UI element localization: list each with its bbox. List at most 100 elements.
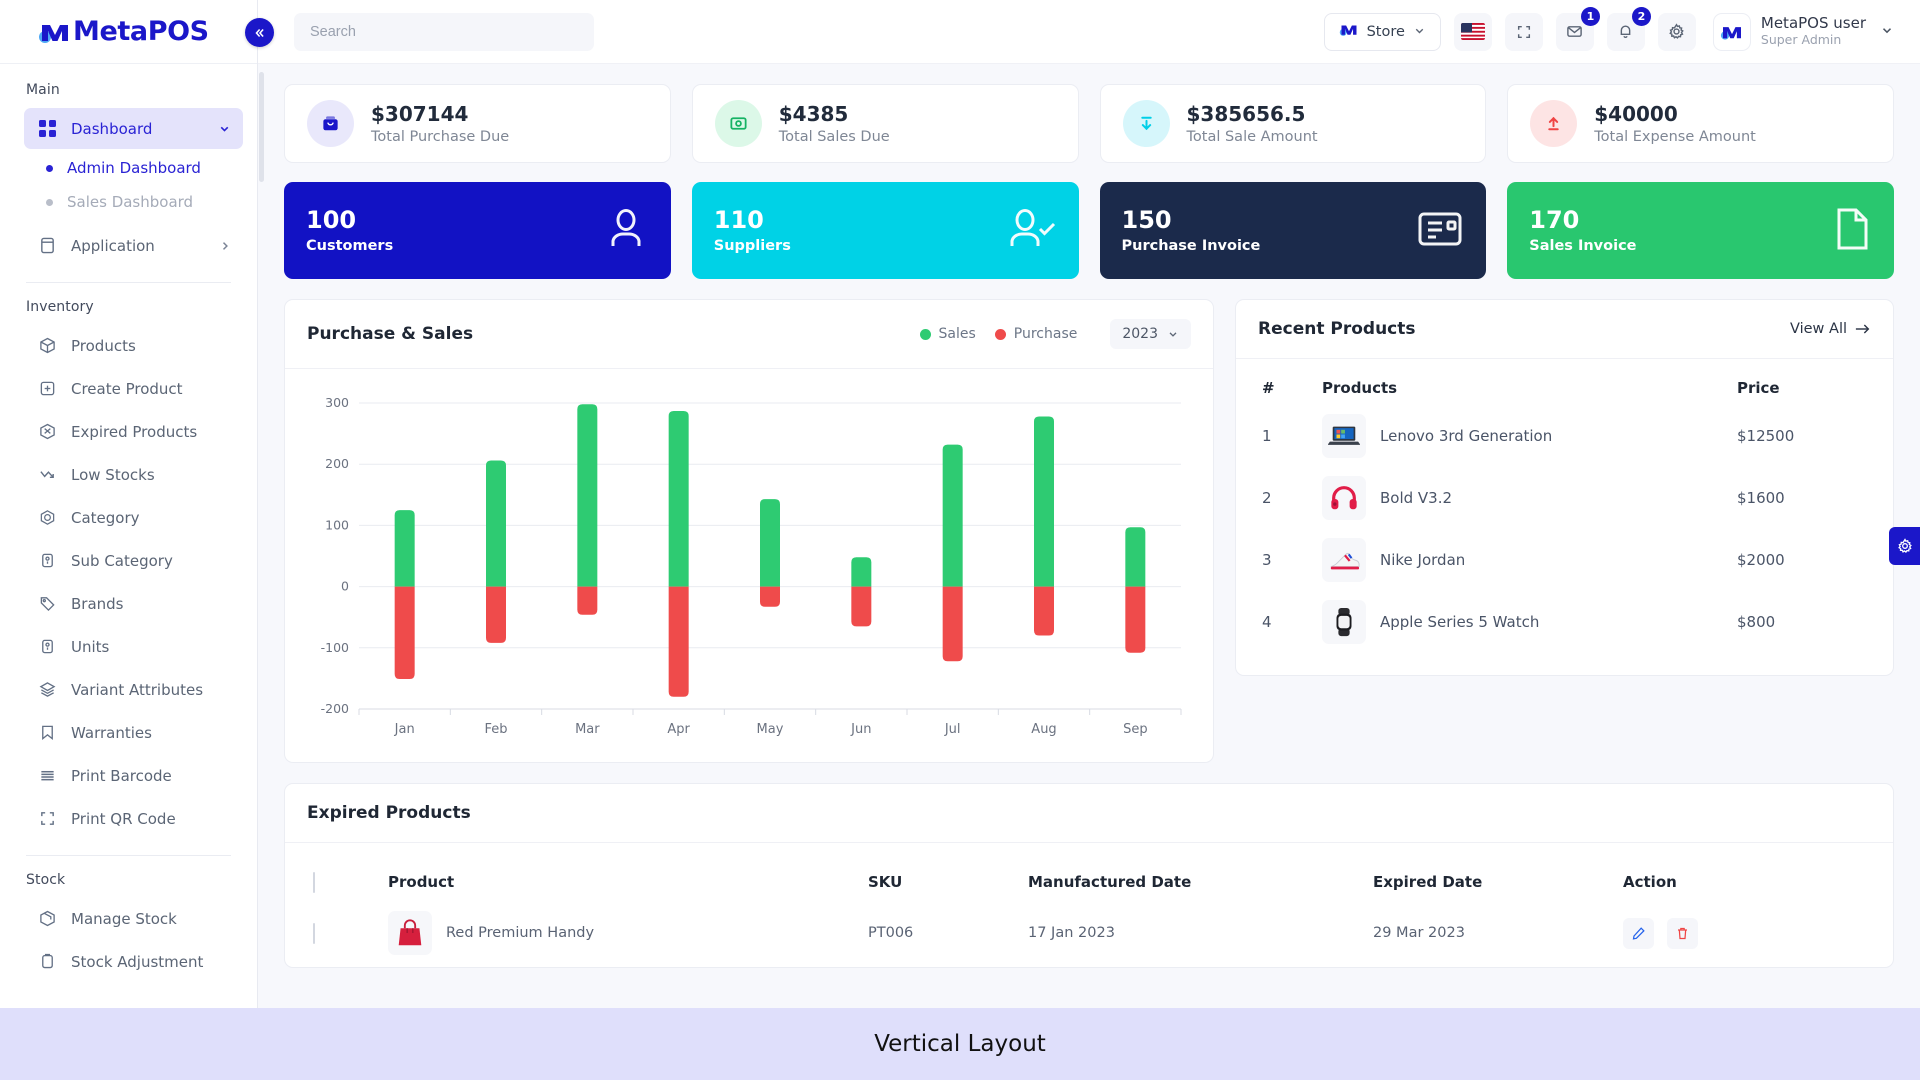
laptop-icon	[1322, 414, 1366, 458]
column-header-expired-date: Expired Date	[1373, 873, 1483, 891]
fullscreen-button[interactable]	[1504, 12, 1543, 51]
year-selector[interactable]: 2023	[1110, 319, 1191, 349]
sidebar-item-low-stocks[interactable]: Low Stocks	[24, 454, 243, 495]
sidebar-item-warranties[interactable]: Warranties	[24, 712, 243, 753]
product-name: Nike Jordan	[1380, 551, 1466, 569]
sidebar-nav: Main Dashboard Admin Dashboard Sales Das…	[0, 64, 257, 1008]
view-all-button[interactable]: View All	[1790, 321, 1871, 337]
box-expired-icon	[36, 421, 58, 443]
expired-date: 29 Mar 2023	[1373, 925, 1465, 941]
sidebar-subitem-sales-dashboard[interactable]: Sales Dashboard	[46, 185, 257, 219]
units-icon	[36, 636, 58, 658]
row-checkbox[interactable]	[313, 922, 315, 944]
messages-button[interactable]: 1	[1555, 6, 1600, 51]
x-axis-tick-label: Sep	[1123, 722, 1148, 737]
sidebar-subitem-admin-dashboard[interactable]: Admin Dashboard	[46, 151, 257, 185]
x-axis-tick-label: Jun	[850, 722, 871, 737]
arrow-right-icon	[1855, 324, 1870, 334]
product-name: Lenovo 3rd Generation	[1380, 427, 1553, 445]
chart-bar-sales	[394, 510, 415, 587]
notifications-button[interactable]: 2	[1606, 6, 1651, 51]
sidebar-item-brands[interactable]: Brands	[24, 583, 243, 624]
tile-label: Purchase Invoice	[1121, 238, 1261, 255]
chart-bar-purchase	[760, 586, 780, 607]
sidebar-item-manage-stock[interactable]: Manage Stock	[24, 898, 243, 939]
tile-sales-invoice[interactable]: 170 Sales Invoice	[1507, 182, 1894, 279]
sidebar-item-print-qr-code[interactable]: Print QR Code	[24, 798, 243, 839]
stat-card-total-purchase-due: $307144 Total Purchase Due	[284, 84, 671, 163]
column-header-products: Products	[1322, 379, 1398, 397]
store-label: Store	[1366, 23, 1405, 40]
sidebar-item-units[interactable]: Units	[24, 626, 243, 667]
stat-value: $385656.5	[1186, 102, 1306, 126]
chart-canvas: 300 200 100 0 -100 -200 Jan Feb Mar Apr May Jun Jul A…	[321, 395, 1182, 737]
table-row[interactable]: 3 Nike Jordan $2000	[1262, 529, 1867, 591]
sidebar-collapse-button[interactable]	[245, 18, 274, 47]
settings-button[interactable]	[1657, 12, 1696, 51]
edit-button[interactable]	[1623, 917, 1654, 949]
sidebar-item-label: Create Product	[71, 379, 183, 398]
handbag-icon	[388, 911, 432, 955]
main-content: $307144 Total Purchase Due $4385 Total S…	[258, 64, 1920, 1008]
sidebar-item-variant-attributes[interactable]: Variant Attributes	[24, 669, 243, 710]
box-icon	[36, 335, 58, 357]
bell-icon	[1621, 25, 1631, 38]
summary-tiles-row: 100 Customers 110 Suppliers 150 Purchase…	[284, 182, 1894, 279]
select-all-checkbox[interactable]	[313, 871, 315, 893]
grid-icon	[36, 118, 58, 140]
table-row[interactable]: 2 Bold V3.2 $1600	[1262, 467, 1867, 529]
chart-bar-purchase	[486, 586, 506, 643]
stat-card-total-sale-amount: $385656.5 Total Sale Amount	[1099, 84, 1487, 163]
tile-label: Suppliers	[713, 238, 791, 255]
user-menu[interactable]: MetaPOS user Super Admin	[1712, 12, 1894, 51]
sidebar-item-dashboard[interactable]: Dashboard	[24, 108, 243, 149]
search-input[interactable]	[294, 12, 594, 51]
tile-count: 150	[1121, 205, 1172, 234]
stat-cards-row: $307144 Total Purchase Due $4385 Total S…	[284, 84, 1894, 163]
legend-swatch	[919, 328, 931, 340]
year-value: 2023	[1122, 326, 1158, 342]
column-header-price: Price	[1737, 379, 1780, 397]
recent-products-panel: Recent Products View All # Products Pric…	[1235, 299, 1894, 676]
notifications-badge: 2	[1631, 6, 1651, 26]
store-selector[interactable]: Store	[1323, 12, 1441, 51]
y-axis-tick-label: 300	[325, 395, 349, 410]
sidebar-item-sub-category[interactable]: Sub Category	[24, 540, 243, 581]
tile-suppliers[interactable]: 110 Suppliers	[691, 182, 1079, 279]
delete-button[interactable]	[1667, 917, 1699, 949]
column-header-action: Action	[1623, 873, 1677, 891]
sidebar-item-products[interactable]: Products	[24, 325, 243, 366]
sidebar-item-expired-products[interactable]: Expired Products	[24, 411, 243, 452]
nav-section-stock: Stock	[26, 872, 66, 888]
sidebar-item-stock-adjustment[interactable]: Stock Adjustment	[24, 941, 243, 982]
briefcase-icon	[307, 100, 354, 147]
user-name: MetaPOS user	[1760, 13, 1866, 32]
sidebar-item-print-barcode[interactable]: Print Barcode	[24, 755, 243, 796]
table-row[interactable]: 4 Apple Series 5 Watch $800	[1262, 591, 1867, 653]
stat-label: Total Expense Amount	[1594, 129, 1756, 145]
language-selector[interactable]	[1453, 12, 1492, 51]
product-price: $1600	[1737, 489, 1785, 507]
sidebar-item-category[interactable]: Category	[24, 497, 243, 538]
tile-customers[interactable]: 100 Customers	[284, 182, 671, 279]
column-header-number: #	[1262, 379, 1275, 397]
floating-settings-button[interactable]	[1889, 527, 1920, 565]
bullet-icon	[46, 164, 53, 172]
tile-purchase-invoice[interactable]: 150 Purchase Invoice	[1099, 182, 1487, 279]
brand-logo[interactable]: MetaPOS	[0, 0, 257, 64]
purchase-sales-header: Purchase & Sales Sales Purchase 2023	[285, 300, 1213, 369]
sidebar-item-label: Variant Attributes	[71, 680, 204, 699]
table-row[interactable]: 1 Lenovo 3rd Generation $12500	[1262, 405, 1867, 467]
table-row[interactable]: Red Premium Handy PT006 17 Jan 2023 29 M…	[285, 899, 1893, 967]
chart-bar-sales	[851, 557, 872, 587]
sidebar-item-application[interactable]: Application	[24, 225, 243, 266]
window-icon	[36, 235, 58, 257]
sidebar-item-create-product[interactable]: Create Product	[24, 368, 243, 409]
page-scrollbar[interactable]	[259, 72, 264, 182]
row-number: 4	[1262, 613, 1272, 631]
stat-value: $40000	[1594, 102, 1678, 126]
trash-icon	[1678, 927, 1688, 939]
legend-item-purchase: Purchase	[994, 326, 1077, 342]
chart-bar-sales	[1125, 527, 1146, 587]
sidebar-subitem-label: Admin Dashboard	[67, 159, 201, 177]
